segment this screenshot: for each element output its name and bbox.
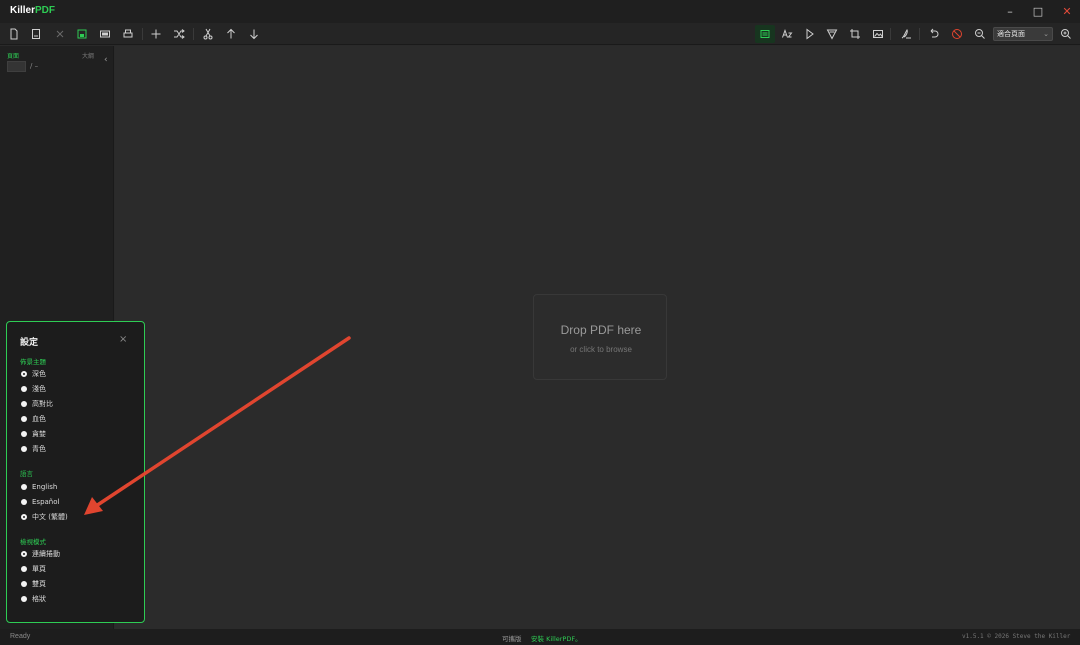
language-section-label: 語言 [20,470,33,478]
app-title: KillerPDF [10,5,56,16]
print-icon[interactable] [119,25,137,43]
settings-panel: 設定 × 佈景主題 深色 淺色 高對比 血色 貪婪 青色 語言 English … [6,321,145,623]
save-icon[interactable] [73,25,91,43]
radio-selected-icon [21,371,27,377]
select-text-icon[interactable] [755,25,775,43]
open-icon[interactable] [27,25,45,43]
zoom-in-icon[interactable] [1057,25,1075,43]
toolbar-divider [919,28,920,40]
theme-option[interactable]: 貪婪 [21,429,46,439]
move-down-icon[interactable] [245,25,263,43]
chevron-down-icon: ⌄ [1043,30,1049,38]
radio-icon [21,581,27,587]
toolbar-divider [890,28,891,40]
zoom-select-value: 適合頁面 [997,30,1025,38]
markup-icon[interactable] [823,25,841,43]
close-icon[interactable]: × [119,334,127,345]
highlight-icon[interactable] [801,25,819,43]
shuffle-icon[interactable] [170,25,188,43]
language-option[interactable]: English [21,482,57,492]
settings-title: 設定 [20,338,39,348]
view-mode-option[interactable]: 雙頁 [21,579,46,589]
view-mode-option[interactable]: 連續捲動 [21,549,60,559]
tab-pages[interactable]: 頁面 [7,51,19,60]
move-up-icon[interactable] [222,25,240,43]
close-window-button[interactable]: ✕ [1058,3,1076,19]
sign-icon[interactable] [897,25,915,43]
version-text: v1.5.1 © 2026 Steve the Killer [962,633,1071,640]
view-mode-option[interactable]: 單頁 [21,564,46,574]
undo-icon[interactable] [925,25,943,43]
zoom-select[interactable]: 適合頁面 ⌄ [993,27,1053,41]
radio-icon [21,446,27,452]
status-bar: Ready 可攜版 安裝 KillerPDF。 v1.5.1 © 2026 St… [0,629,1080,645]
collapse-sidebar-button[interactable]: ‹ [104,55,108,65]
drop-zone[interactable]: Drop PDF here or click to browse [533,294,667,380]
drop-title: Drop PDF here [560,323,642,337]
present-icon[interactable] [96,25,114,43]
radio-icon [21,484,27,490]
view-mode-section-label: 檢視模式 [20,538,46,546]
radio-icon [21,431,27,437]
page-count: / – [30,62,39,70]
theme-option[interactable]: 淺色 [21,384,46,394]
language-option[interactable]: 中文 (繁體) [21,512,68,522]
cut-icon[interactable] [199,25,217,43]
status-text: Ready [10,633,31,640]
theme-section-label: 佈景主題 [20,358,46,366]
install-link[interactable]: 安裝 KillerPDF。 [531,633,582,643]
language-option[interactable]: Español [21,497,59,507]
radio-icon [21,596,27,602]
new-file-icon[interactable] [5,25,23,43]
title-bar: KillerPDF – □ ✕ [0,0,1080,23]
toolbar [0,23,1080,45]
minimize-button[interactable]: – [1001,3,1019,19]
radio-icon [21,386,27,392]
image-icon[interactable] [869,25,887,43]
page-number-input[interactable] [7,61,26,72]
zoom-out-icon[interactable] [971,25,989,43]
radio-icon [21,401,27,407]
annotate-text-icon[interactable] [778,25,796,43]
radio-icon [21,499,27,505]
maximize-button[interactable]: □ [1029,3,1047,19]
theme-option[interactable]: 深色 [21,369,46,379]
drop-subtitle: or click to browse [570,345,632,354]
add-icon[interactable] [147,25,165,43]
radio-icon [21,566,27,572]
radio-selected-icon [21,551,27,557]
radio-selected-icon [21,514,27,520]
view-mode-option[interactable]: 格狀 [21,594,46,604]
tab-outline[interactable]: 大綱 [82,51,94,60]
theme-option[interactable]: 血色 [21,414,46,424]
toolbar-divider [193,28,194,40]
close-doc-icon[interactable] [51,25,69,43]
theme-option[interactable]: 青色 [21,444,46,454]
theme-option[interactable]: 高對比 [21,399,53,409]
redact-icon[interactable] [948,25,966,43]
crop-icon[interactable] [846,25,864,43]
radio-icon [21,416,27,422]
portable-label: 可攜版 [502,635,522,643]
toolbar-divider [142,28,143,40]
